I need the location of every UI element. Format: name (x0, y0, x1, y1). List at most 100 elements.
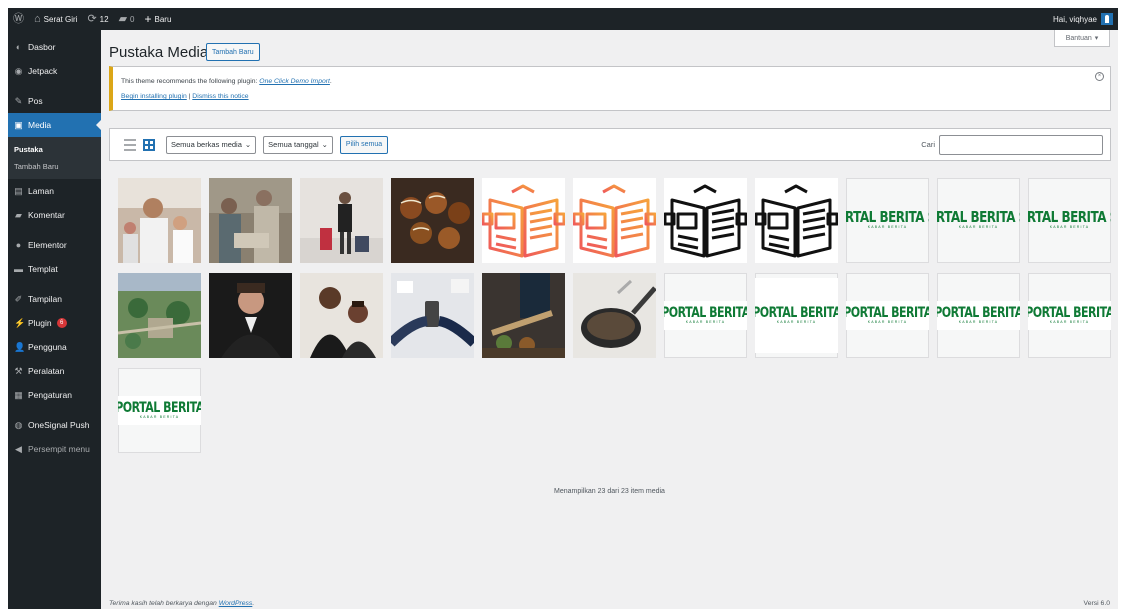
onesignal-icon: ◍ (14, 419, 23, 430)
refresh-icon: ⟳ (87, 12, 97, 25)
attachment-couple-formal[interactable] (300, 273, 383, 358)
man-with-luggage-image (300, 178, 383, 263)
attachment-man-with-luggage[interactable] (300, 178, 383, 263)
sidebar-item-pages[interactable]: ▤ Laman (8, 179, 101, 203)
admin-bar: Ⓦ ⌂ Serat Giri ⟳ 12 ▰ 0 + Baru Hai, viqhyae (8, 8, 1118, 30)
comments-link[interactable]: ▰ 0 (114, 8, 140, 30)
media-toolbar: Semua berkas media ⌄ Semua tanggal ⌄ Pilih… (109, 128, 1111, 161)
sidebar-item-elementor[interactable]: ● Elementor (8, 233, 101, 257)
plugin-notice: This theme recommends the following plug… (109, 66, 1111, 111)
logo-title: ORTAL BERITA SI (937, 208, 1020, 226)
footer-thanks: Terima kasih telah berkarya dengan WordP… (109, 600, 255, 607)
dashboard-icon: ◐ (15, 41, 22, 52)
attachment-chef-cooking[interactable] (482, 273, 565, 358)
attachment-elon-musk[interactable] (209, 273, 292, 358)
portal-berita-logo: ORTAL BERITA SIKABAR BERITA (1028, 206, 1111, 236)
grid-view-icon[interactable] (143, 138, 155, 151)
sidebar-item-settings[interactable]: ▦ Pengaturan (8, 383, 101, 407)
collapse-menu-button[interactable]: ◀ Persempit menu (8, 437, 101, 461)
chef-cooking-image (482, 273, 565, 358)
my-account-link[interactable]: Hai, viqhyae (1053, 13, 1118, 25)
add-new-button[interactable]: Tambah Baru (206, 43, 260, 61)
man-with-microphone-image (118, 178, 201, 263)
portal-berita-logo: PORTAL BERITA KABAR BERITA (846, 300, 929, 331)
help-tab-button[interactable]: Bantuan ▾ (1054, 30, 1110, 47)
elon-musk-image (209, 273, 292, 358)
attachment-newspaper-gradient-icon[interactable] (573, 178, 656, 263)
page-title: Pustaka Media (109, 44, 209, 61)
attachment-aerial-park[interactable] (118, 273, 201, 358)
sidebar-item-media[interactable]: ▣ Media (8, 113, 101, 137)
submenu-add-new[interactable]: Tambah Baru (8, 158, 101, 175)
attachment-portal-berita-logo[interactable]: PORTAL BERITA KABAR BERITA (118, 368, 201, 453)
home-icon: ⌂ (34, 12, 41, 25)
media-submenu: Pustaka Tambah Baru (8, 137, 101, 179)
sidebar-item-onesignal[interactable]: ◍ OneSignal Push (8, 413, 101, 437)
wordpress-link[interactable]: WordPress (219, 600, 253, 607)
attachment-desk-phone[interactable] (391, 273, 474, 358)
sidebar-item-dashboard[interactable]: ◐ Dasbor (8, 35, 101, 59)
wordpress-icon: Ⓦ (13, 12, 24, 25)
attachment-newspaper-gradient-icon[interactable] (482, 178, 565, 263)
version-text: Versi 6.0 (1083, 600, 1110, 607)
attachment-portal-berita-logo[interactable]: PORTAL BERITA KABAR BERITA (937, 273, 1020, 358)
close-icon[interactable]: × (1095, 72, 1104, 81)
sidebar-item-jetpack[interactable]: ◉ Jetpack (8, 59, 101, 83)
attachment-portal-berita-logo[interactable]: ORTAL BERITA SIKABAR BERITA (1028, 178, 1111, 263)
sidebar-item-appearance[interactable]: ✐ Tampilan (8, 287, 101, 311)
sidebar-item-plugins[interactable]: ⚡ Plugin 6 (8, 311, 101, 335)
wordpress-logo-menu[interactable]: Ⓦ (8, 8, 29, 30)
chevron-down-icon: ⌄ (244, 140, 252, 149)
update-badge: 6 (56, 318, 67, 328)
new-content-link[interactable]: + Baru (140, 8, 177, 30)
newspaper-gradient-icon (573, 178, 656, 263)
attachment-takoyaki-food[interactable] (391, 178, 474, 263)
sidebar-item-templates[interactable]: ▬ Templat (8, 257, 101, 281)
attachment-man-with-microphone[interactable] (118, 178, 201, 263)
notice-line-1: This theme recommends the following plug… (121, 78, 332, 85)
attachment-frying-pan[interactable] (573, 273, 656, 358)
browser-viewport: Ⓦ ⌂ Serat Giri ⟳ 12 ▰ 0 + Baru Hai, viqhyae … (8, 8, 1118, 609)
attachment-portal-berita-logo[interactable]: ORTAL BERITA SIKABAR BERITA (846, 178, 929, 263)
notice-line-2: Begin installing plugin | Dismiss this n… (121, 93, 249, 100)
begin-installing-link[interactable]: Begin installing plugin (121, 93, 187, 100)
aerial-park-image (118, 273, 201, 358)
submenu-library[interactable]: Pustaka (8, 141, 101, 158)
admin-sidebar: ◐ Dasbor ◉ Jetpack ✎ Pos ▣ Media Pustaka Tam… (8, 30, 101, 609)
media-type-filter[interactable]: Semua berkas media ⌄ (166, 135, 257, 154)
attachment-portal-berita-logo[interactable]: PORTAL BERITA KABAR BERITA (664, 273, 747, 358)
sidebar-item-tools[interactable]: ⚒ Peralatan (8, 359, 101, 383)
site-name-link[interactable]: ⌂ Serat Giri (29, 8, 82, 30)
sidebar-item-posts[interactable]: ✎ Pos (8, 89, 101, 113)
jetpack-icon: ◉ (14, 65, 23, 76)
elementor-icon: ● (15, 239, 22, 250)
portal-berita-logo: PORTAL BERITA KABAR BERITA (664, 300, 747, 331)
desk-phone-image (391, 273, 474, 358)
newspaper-black-icon (664, 178, 747, 263)
attachment-people-cooking[interactable] (209, 178, 292, 263)
comment-icon: ▰ (15, 209, 22, 220)
dismiss-notice-link[interactable]: Dismiss this notice (192, 93, 248, 100)
date-filter[interactable]: Semua tanggal ⌄ (263, 135, 333, 154)
attachment-portal-berita-logo[interactable]: PORTAL BERITA KABAR BERITA (755, 273, 838, 358)
bulk-select-button[interactable]: Pilih semua (339, 135, 389, 154)
search-input[interactable] (939, 135, 1103, 155)
sidebar-item-comments[interactable]: ▰ Komentar (8, 203, 101, 227)
logo-title: ORTAL BERITA SI (1028, 208, 1111, 226)
updates-link[interactable]: ⟳ 12 (82, 8, 113, 30)
attachment-newspaper-black-icon[interactable] (755, 178, 838, 263)
user-icon: 👤 (14, 341, 26, 352)
comments-count: 0 (130, 14, 135, 24)
sidebar-item-users[interactable]: 👤 Pengguna (8, 335, 101, 359)
brush-icon: ✐ (14, 293, 23, 304)
attachment-portal-berita-logo[interactable]: PORTAL BERITA KABAR BERITA (846, 273, 929, 358)
attachment-portal-berita-logo[interactable]: ORTAL BERITA SIKABAR BERITA (937, 178, 1020, 263)
portal-berita-logo: ORTAL BERITA SIKABAR BERITA (937, 206, 1020, 236)
chevron-down-icon: ⌄ (321, 140, 328, 149)
plugin-link[interactable]: One Click Demo Import (259, 78, 330, 85)
logo-title: PORTAL BERITA (118, 399, 201, 416)
attachment-newspaper-black-icon[interactable] (664, 178, 747, 263)
list-view-icon[interactable] (124, 138, 136, 151)
attachment-portal-berita-logo[interactable]: PORTAL BERITA KABAR BERITA (1028, 273, 1111, 358)
logo-title: PORTAL BERITA (664, 304, 747, 321)
